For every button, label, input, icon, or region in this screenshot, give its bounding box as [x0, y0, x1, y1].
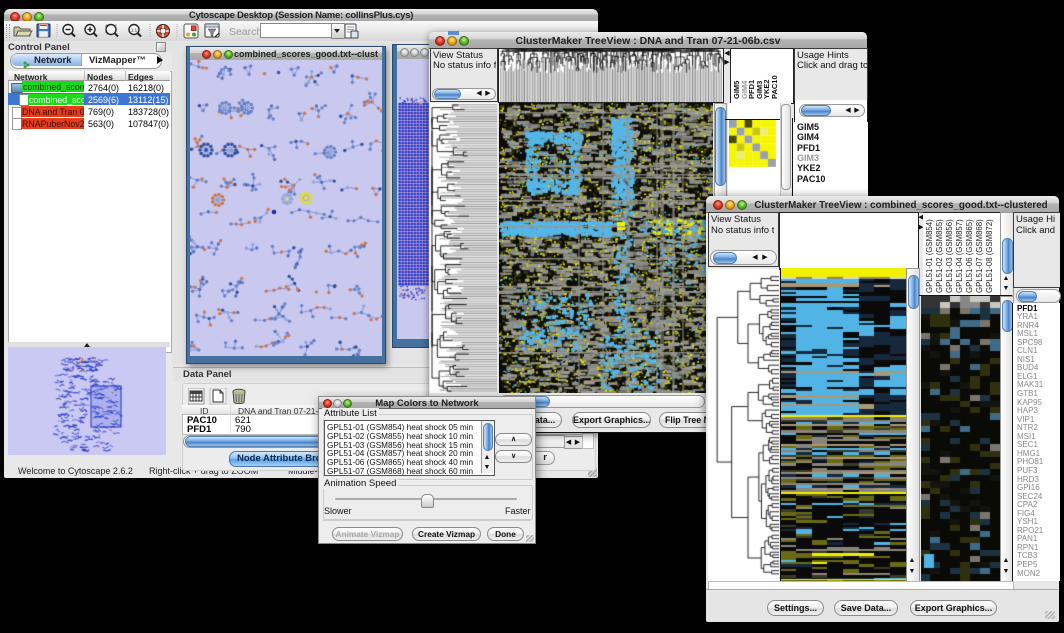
svg-text:1:1: 1:1 [131, 28, 138, 33]
